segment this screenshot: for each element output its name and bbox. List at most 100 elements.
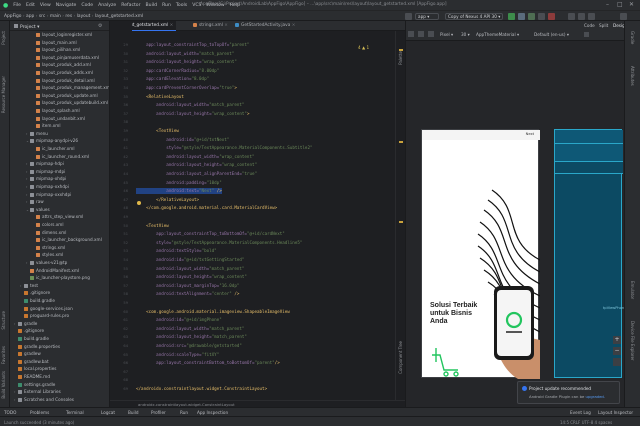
split-mode-button[interactable]: Split [599, 23, 608, 28]
tree-item[interactable]: › raw [26, 199, 44, 205]
tree-item[interactable]: › mipmap-hdpi [26, 161, 64, 167]
night-mode-icon[interactable] [428, 31, 434, 37]
maximize-icon[interactable]: □ [617, 2, 623, 8]
tree-item[interactable]: layout_produk_updatebuild.xml [32, 100, 108, 106]
tree-item[interactable]: local.properties [14, 366, 56, 372]
tool-tab-run[interactable]: Run [180, 410, 188, 415]
profile-icon[interactable] [538, 13, 545, 20]
theme-dropdown[interactable]: AppThemeMaterial ▾ [476, 32, 519, 37]
tree-item[interactable]: item.xml [32, 123, 61, 129]
code-mode-button[interactable]: Code [584, 23, 595, 28]
breadcrumb-segment[interactable]: layout [77, 14, 91, 19]
tree-item[interactable]: layout_produk_update.xml [32, 93, 98, 99]
close-tab-icon[interactable]: × [168, 23, 174, 28]
tool-tab-todo[interactable]: TODO [4, 410, 16, 415]
tree-item[interactable]: styles.xml [32, 252, 63, 258]
zoom-in-icon[interactable]: + [613, 336, 621, 344]
tree-item[interactable]: gradle.properties [14, 344, 60, 350]
hammer-icon[interactable] [405, 13, 412, 20]
tree-item[interactable]: dimens.xml [32, 230, 66, 236]
update-notification[interactable]: Project update recommended Android Gradl… [517, 381, 620, 404]
tool-tab-structure[interactable]: Structure [1, 311, 6, 330]
tool-tab-profiler[interactable]: Profiler [151, 410, 166, 415]
close-tab-icon[interactable]: × [223, 23, 228, 28]
menu-item[interactable]: Tools [176, 3, 187, 8]
device-dropdown[interactable]: Pixel ▾ [440, 32, 453, 37]
editor-tab[interactable]: strings.xml × [190, 21, 231, 31]
tree-item[interactable]: › menu [26, 131, 48, 137]
tool-tab-device-file-explorer[interactable]: Device File Explorer [630, 321, 635, 361]
code-editor[interactable]: 4 ▲ 1 29 app:layout_constraintTop_toTopO… [110, 31, 395, 414]
avd-manager-icon[interactable] [578, 13, 585, 20]
tree-item[interactable]: ic_launcher_round.xml [32, 154, 89, 160]
tool-tab-build[interactable]: Build [128, 410, 139, 415]
tree-item[interactable]: ic_launcher_background.xml [32, 237, 102, 243]
warning-icon[interactable] [584, 32, 589, 37]
tree-item[interactable]: strings.xml [32, 245, 65, 251]
status-message[interactable]: Launch succeeded (3 minutes ago) [4, 420, 74, 425]
tree-item[interactable]: proguard-rules.pro [20, 313, 69, 319]
orientation-icon[interactable] [418, 31, 424, 37]
warning-marker[interactable] [399, 141, 403, 143]
menu-item[interactable]: View [40, 3, 51, 8]
tree-item[interactable]: build.gradle [14, 336, 49, 342]
tree-item[interactable]: settings.gradle [14, 382, 55, 388]
tree-item[interactable]: layout_undanbit.xml [32, 116, 85, 122]
search-icon[interactable] [620, 13, 627, 20]
tree-item[interactable]: layout_main.xml [32, 40, 77, 46]
tree-item[interactable]: › gradle [14, 321, 37, 327]
tree-item[interactable]: › External Libraries [14, 389, 61, 395]
tool-tab-gradle[interactable]: Gradle [630, 31, 635, 44]
tree-item[interactable]: layout_produk_detail.xml [32, 78, 95, 84]
lightbulb-icon[interactable] [137, 201, 141, 205]
tool-tab-resource-manager[interactable]: Resource Manager [1, 76, 6, 113]
component-tree-tab[interactable]: Component Tree [398, 341, 403, 374]
tool-tab-layout-inspector[interactable]: Layout Inspector [598, 410, 633, 415]
tree-item[interactable]: layout_pinjamuserdata.xml [32, 55, 99, 61]
tool-tab-emulator[interactable]: Emulator [630, 281, 635, 299]
stop-icon[interactable] [548, 13, 555, 20]
tree-item[interactable]: layout_produk_management.xml [32, 85, 109, 91]
sync-icon[interactable] [568, 13, 575, 20]
design-canvas[interactable]: Palette Component Tree Next Solusi Terba… [398, 41, 626, 414]
menu-item[interactable]: Build [146, 3, 158, 8]
tree-item[interactable]: google-services.json [20, 306, 73, 312]
editor-tab[interactable]: GetStartedActivity.java × [232, 21, 298, 31]
menu-item[interactable]: Run [162, 3, 171, 8]
tree-item[interactable]: colors.xml [32, 222, 64, 228]
toolbar-breadcrumb[interactable]: AppFigo › app › src › main › res › layou… [4, 14, 143, 19]
debug-icon[interactable] [528, 13, 535, 20]
gear-icon[interactable]: ⚙ [98, 23, 102, 29]
tree-item[interactable]: › Scratches and Consoles [14, 397, 74, 403]
blueprint-preview[interactable]: tpViewPhone [554, 129, 626, 378]
run-config-dropdown[interactable]: app ▾ [415, 13, 439, 20]
minimize-icon[interactable]: – [606, 2, 612, 8]
tool-tab-problems[interactable]: Problems [30, 410, 49, 415]
device-dropdown[interactable]: Copy of Nexus 4 API 30 ▾ [445, 13, 503, 20]
tree-item[interactable]: › mipmap-xhdpi [26, 176, 66, 182]
apply-changes-icon[interactable] [518, 13, 525, 20]
tool-tab-build-variants[interactable]: Build Variants [1, 371, 6, 399]
sdk-manager-icon[interactable] [588, 13, 595, 20]
tool-tab-project[interactable]: Project [1, 31, 6, 45]
breadcrumb-segment[interactable]: main [50, 14, 61, 19]
tool-tab-attributes[interactable]: Attributes [630, 66, 635, 86]
tree-item[interactable]: attrs_step_view.xml [32, 214, 83, 220]
tree-item[interactable]: layout_splash.xml [32, 108, 80, 114]
tree-item[interactable]: AndroidManifest.xml [26, 268, 79, 274]
tree-item[interactable]: layout_produk_adds.xml [32, 70, 93, 76]
tree-item[interactable]: ic_launcher.xml [32, 146, 75, 152]
locale-dropdown[interactable]: Default (en-us) ▾ [534, 32, 569, 37]
tool-tab-event-log[interactable]: Event Log [570, 410, 591, 415]
menu-item[interactable]: Analyze [98, 3, 116, 8]
status-position[interactable]: 14:5 CRLF UTF-8 4 spaces [560, 420, 612, 425]
tree-item[interactable]: ic_launcher-playstore.png [26, 275, 90, 281]
tool-tab-app-inspection[interactable]: App Inspection [197, 410, 228, 415]
tree-item[interactable]: gradlew [14, 351, 41, 357]
close-icon[interactable]: ✕ [629, 2, 635, 8]
upgrade-link[interactable]: upgraded. [586, 394, 605, 399]
tree-item[interactable]: › mipmap-xxxhdpi [26, 192, 71, 198]
tree-item[interactable]: build.gradle [20, 298, 55, 304]
menu-item[interactable]: Navigate [56, 3, 77, 8]
tree-item[interactable]: layout_loginregister.xml [32, 32, 92, 38]
